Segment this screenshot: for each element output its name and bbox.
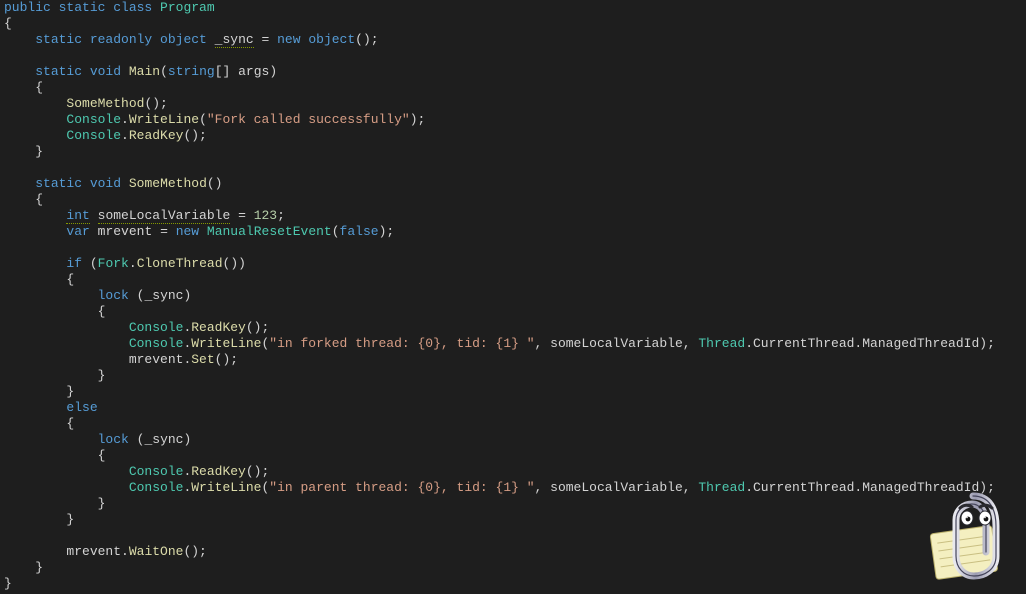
type: Program: [160, 0, 215, 15]
keyword: public static class: [4, 0, 152, 15]
number: 123: [254, 208, 277, 223]
keyword: false: [340, 224, 379, 239]
type: Console: [129, 336, 184, 351]
prop: ManagedThreadId: [862, 336, 979, 351]
call: WriteLine: [129, 112, 199, 127]
type: Console: [129, 480, 184, 495]
call: ReadKey: [191, 320, 246, 335]
prop: CurrentThread: [753, 336, 854, 351]
param: args: [238, 64, 269, 79]
call: WriteLine: [191, 336, 261, 351]
var-ref: mrevent: [129, 352, 184, 367]
prop: CurrentThread: [753, 480, 854, 495]
keyword: new: [176, 224, 199, 239]
keyword: string: [168, 64, 215, 79]
prop: ManagedThreadId: [862, 480, 979, 495]
code-editor[interactable]: public static class Program { static rea…: [0, 0, 1026, 592]
keyword: else: [66, 400, 97, 415]
keyword: int: [66, 208, 89, 224]
keyword: lock: [98, 288, 129, 303]
keyword: var: [66, 224, 89, 239]
type: Thread: [698, 336, 745, 351]
call: CloneThread: [137, 256, 223, 271]
call: ReadKey: [191, 464, 246, 479]
keyword: object: [308, 32, 355, 47]
call: WriteLine: [191, 480, 261, 495]
field-name: _sync: [215, 32, 254, 48]
var-ref: mrevent: [66, 544, 121, 559]
call: ReadKey: [129, 128, 184, 143]
method-name: SomeMethod: [129, 176, 207, 191]
keyword: static void: [35, 176, 121, 191]
keyword: if: [66, 256, 82, 271]
string: "in parent thread: {0}, tid: {1} ": [269, 480, 534, 495]
type: Console: [129, 320, 184, 335]
string: "in forked thread: {0}, tid: {1} ": [269, 336, 534, 351]
type: Console: [66, 128, 121, 143]
string: "Fork called successfully": [207, 112, 410, 127]
type: Console: [66, 112, 121, 127]
type: Fork: [98, 256, 129, 271]
type: ManualResetEvent: [207, 224, 332, 239]
keyword: lock: [98, 432, 129, 447]
call: WaitOne: [129, 544, 184, 559]
call: Set: [191, 352, 214, 367]
field-ref: _sync: [144, 432, 183, 447]
keyword: static readonly object: [35, 32, 207, 47]
keyword: new: [277, 32, 300, 47]
call: SomeMethod: [66, 96, 144, 111]
type: Thread: [698, 480, 745, 495]
field-ref: _sync: [144, 288, 183, 303]
type: Console: [129, 464, 184, 479]
local-var: someLocalVariable: [98, 208, 231, 224]
arg: someLocalVariable: [550, 480, 683, 495]
arg: someLocalVariable: [550, 336, 683, 351]
local-var: mrevent: [98, 224, 153, 239]
method-name: Main: [129, 64, 160, 79]
keyword: static void: [35, 64, 121, 79]
